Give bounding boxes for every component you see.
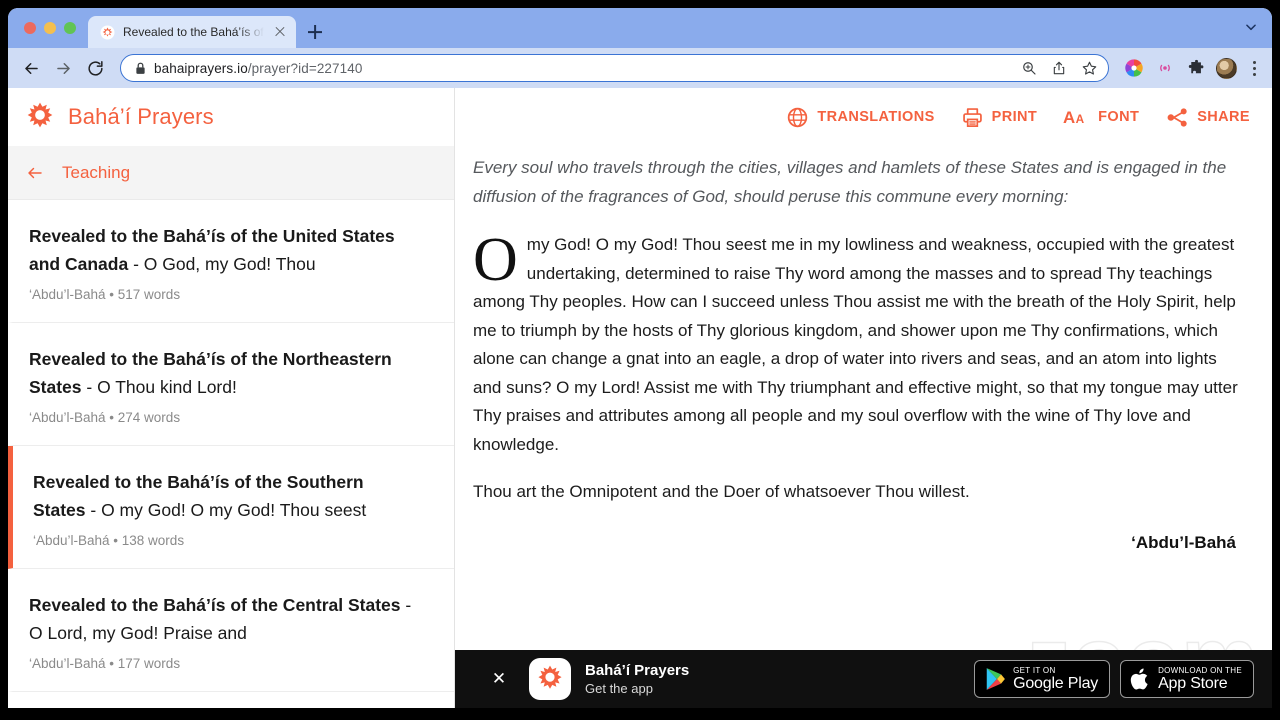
prayer-paragraph: O my God! O my God! Thou seest me in my …	[473, 226, 1238, 454]
app-store-badge[interactable]: Download on the App Store	[1120, 660, 1254, 698]
app-store-text: Download on the App Store	[1158, 666, 1242, 693]
list-item-title: Revealed to the Bahá’ís of the Southern …	[33, 468, 420, 524]
puzzle-extension-icon[interactable]	[1185, 57, 1207, 79]
font-button[interactable]: A A FONT	[1063, 106, 1139, 128]
address-bar[interactable]: bahaiprayers.io/prayer?id=227140	[120, 54, 1109, 82]
lock-icon	[136, 62, 145, 74]
arrow-left-icon	[28, 167, 42, 178]
svg-text:A: A	[1076, 112, 1085, 126]
banner-app-subtitle: Get the app	[585, 680, 653, 696]
list-item-title: Revealed to the Bahá’ís of the Northeast…	[29, 345, 424, 401]
font-size-icon: A A	[1063, 108, 1085, 127]
google-play-small: GET IT ON	[1013, 665, 1056, 675]
kebab-menu-icon[interactable]	[1246, 57, 1262, 79]
print-label: PRINT	[991, 109, 1038, 125]
window-controls	[20, 8, 88, 48]
translations-label: TRANSLATIONS	[817, 109, 935, 125]
google-play-big: Google Play	[1013, 674, 1099, 692]
bahai-sun-logo-icon	[27, 102, 53, 128]
globe-icon	[788, 107, 808, 127]
printer-icon	[962, 107, 982, 127]
share-nodes-icon	[1167, 107, 1187, 127]
app-store-big: App Store	[1158, 674, 1228, 692]
browser-window: Revealed to the Bahá’ís of the	[8, 8, 1272, 708]
profile-avatar[interactable]	[1216, 57, 1237, 79]
list-item-title: Revealed to the Bahá’ís of the Central S…	[29, 591, 424, 647]
prayer-list[interactable]: Revealed to the Bahá’ís of the United St…	[8, 200, 454, 708]
page-viewport: Bahá’í Prayers Teaching Revealed to the …	[8, 88, 1272, 708]
color-wheel-extension-icon[interactable]	[1123, 57, 1145, 79]
list-item[interactable]: Revealed to the Bahá’ís of the Northeast…	[8, 323, 454, 446]
minimize-window-button[interactable]	[44, 22, 56, 34]
list-item-meta: ‘Abdu’l-Bahá • 138 words	[33, 533, 185, 548]
prayer-article: Every soul who travels through the citie…	[455, 146, 1272, 708]
zoom-icon[interactable]	[1018, 57, 1040, 79]
apple-icon	[1130, 667, 1148, 689]
url-host: bahaiprayers.io	[154, 60, 248, 76]
app-icon	[529, 658, 571, 700]
forward-button[interactable]	[48, 53, 78, 83]
banner-close-icon[interactable]: ✕	[475, 650, 523, 708]
svg-text:A: A	[1063, 108, 1075, 127]
close-window-button[interactable]	[24, 22, 36, 34]
cast-icon[interactable]	[1154, 57, 1176, 79]
list-item-title-main: Revealed to the Bahá’ís of the Central S…	[29, 595, 401, 615]
screen: Revealed to the Bahá’ís of the	[0, 0, 1280, 720]
url-path: /prayer?id=227140	[247, 60, 363, 76]
google-play-icon	[986, 668, 1006, 690]
banner-text-block: Bahá’í Prayers Get the app	[585, 661, 974, 698]
site-brand[interactable]: Bahá’í Prayers	[8, 88, 454, 146]
category-name: Teaching	[62, 162, 131, 182]
tab-strip: Revealed to the Bahá’ís of the	[8, 8, 1272, 48]
list-item-meta: ‘Abdu’l-Bahá • 177 words	[29, 656, 181, 671]
url-text: bahaiprayers.io/prayer?id=227140	[154, 61, 1010, 76]
browser-toolbar: bahaiprayers.io/prayer?id=227140	[8, 48, 1272, 88]
content-action-bar: TRANSLATIONS PRINT A A FONT SHARE	[455, 88, 1272, 146]
share-icon[interactable]	[1048, 57, 1070, 79]
banner-app-name: Bahá’í Prayers	[585, 661, 690, 679]
app-store-small: Download on the	[1158, 665, 1242, 675]
store-badges: GET IT ON Google Play Download on the Ap…	[974, 660, 1254, 698]
share-button[interactable]: SHARE	[1165, 106, 1250, 129]
site-brand-title: Bahá’í Prayers	[68, 104, 214, 129]
back-button[interactable]	[16, 53, 46, 83]
font-label: FONT	[1098, 109, 1140, 125]
browser-tab[interactable]: Revealed to the Bahá’ís of the	[88, 16, 296, 48]
list-item-title-excerpt: - O God, my God! Thou	[128, 254, 316, 274]
list-item-title: Revealed to the Bahá’ís of the United St…	[29, 222, 424, 278]
extension-toolbar	[1117, 57, 1262, 79]
google-play-text: GET IT ON Google Play	[1013, 666, 1098, 693]
bookmark-star-icon[interactable]	[1078, 57, 1100, 79]
translations-button[interactable]: TRANSLATIONS	[786, 106, 934, 129]
list-item-title-excerpt: - O my God! O my God! Thou seest	[85, 500, 367, 520]
list-item-meta: ‘Abdu’l-Bahá • 274 words	[29, 410, 181, 425]
bahai-sun-favicon	[100, 25, 115, 39]
list-item[interactable]: Revealed to the Bahá’ís of the United St…	[8, 200, 454, 323]
chevron-down-icon[interactable]	[1244, 20, 1258, 34]
prayer-content: TRANSLATIONS PRINT A A FONT SHARE Every …	[455, 88, 1272, 708]
category-back-bar[interactable]: Teaching	[8, 146, 454, 200]
tab-title: Revealed to the Bahá’ís of the	[123, 25, 264, 39]
list-item[interactable]: Revealed to the Bahá’ís of the Central S…	[8, 569, 454, 692]
share-label: SHARE	[1197, 109, 1250, 125]
google-play-badge[interactable]: GET IT ON Google Play	[974, 660, 1111, 698]
prayer-attribution: ‘Abdu’l-Bahá	[1131, 532, 1236, 552]
maximize-window-button[interactable]	[64, 22, 76, 34]
prayer-intro: Every soul who travels through the citie…	[473, 158, 1227, 206]
list-item-title-excerpt: - O Thou kind Lord!	[81, 377, 237, 397]
reload-button[interactable]	[80, 53, 110, 83]
list-item-selected[interactable]: Revealed to the Bahá’ís of the Southern …	[8, 446, 454, 569]
app-promo-banner: ✕ Bahá’í Prayers Get the app GET IT ON G…	[455, 650, 1272, 708]
prayer-paragraph: Thou art the Omnipotent and the Doer of …	[473, 482, 970, 501]
sidebar: Bahá’í Prayers Teaching Revealed to the …	[8, 88, 455, 708]
tab-close-icon[interactable]	[272, 24, 288, 40]
new-tab-button[interactable]	[300, 16, 330, 48]
list-item-meta: ‘Abdu’l-Bahá • 517 words	[29, 287, 181, 302]
print-button[interactable]: PRINT	[961, 106, 1038, 129]
